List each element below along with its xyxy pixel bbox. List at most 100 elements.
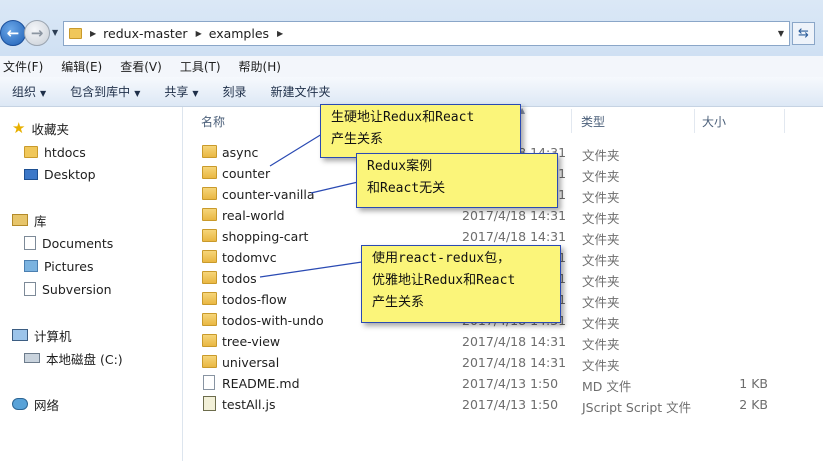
share-label: 共享: [164, 85, 189, 99]
file-type: 文件夹: [582, 274, 620, 289]
burn-button[interactable]: 刻录: [211, 83, 259, 100]
file-name: README.md: [222, 376, 300, 391]
documents-icon: [24, 236, 36, 250]
folder-icon: [202, 271, 217, 284]
menu-bar: 文件(F) 编辑(E) 查看(V) 工具(T) 帮助(H): [0, 56, 823, 77]
nav-subversion-label: Subversion: [42, 281, 112, 297]
file-type: 文件夹: [582, 190, 620, 205]
nav-libraries-label: 库: [34, 213, 47, 229]
organize-button[interactable]: 组织 ▼: [0, 83, 58, 100]
nav-desktop[interactable]: Desktop: [24, 164, 96, 184]
folder-icon: [202, 187, 217, 200]
menu-view[interactable]: 查看(V): [117, 58, 162, 75]
folder-icon: [202, 250, 217, 263]
file-type: 文件夹: [582, 148, 620, 163]
forward-button[interactable]: →: [24, 20, 50, 46]
chevron-down-icon: ▼: [192, 89, 199, 98]
menu-edit[interactable]: 编辑(E): [58, 58, 102, 75]
computer-icon: [12, 329, 28, 341]
file-row[interactable]: real-world 2017/4/18 14:31 文件夹: [184, 205, 823, 226]
file-name: async: [222, 145, 259, 160]
menu-file[interactable]: 文件(F): [0, 58, 43, 75]
chevron-down-icon: ▼: [40, 89, 47, 98]
drive-icon: [24, 353, 40, 363]
file-name: todos-with-undo: [222, 313, 324, 328]
callout-text-line: 优雅地让Redux和React: [372, 273, 516, 288]
column-divider[interactable]: [694, 109, 695, 133]
file-type: 文件夹: [582, 169, 620, 184]
nav-network[interactable]: 网络: [12, 394, 59, 414]
new-folder-button[interactable]: 新建文件夹: [259, 83, 343, 100]
file-name: tree-view: [222, 334, 281, 349]
column-header-type[interactable]: 类型: [581, 107, 605, 135]
chevron-right-icon[interactable]: ▶: [90, 29, 96, 38]
folder-icon: [202, 334, 217, 347]
nav-local-disk[interactable]: 本地磁盘 (C:): [24, 348, 123, 368]
desktop-icon: [24, 168, 38, 180]
folder-icon: [69, 28, 82, 39]
column-header-size[interactable]: 大小: [702, 107, 726, 135]
forward-arrow-icon: →: [30, 24, 44, 42]
file-row[interactable]: universal 2017/4/18 14:31 文件夹: [184, 352, 823, 373]
back-button[interactable]: ←: [0, 20, 26, 46]
breadcrumb-redux-master[interactable]: redux-master: [103, 26, 187, 41]
refresh-button[interactable]: ⇆: [792, 22, 815, 45]
file-name: universal: [222, 355, 280, 370]
column-divider[interactable]: [784, 109, 785, 133]
chevron-right-icon[interactable]: ▶: [277, 29, 283, 38]
menu-tools[interactable]: 工具(T): [177, 58, 221, 75]
folder-icon: [202, 208, 217, 221]
nav-pictures-label: Pictures: [44, 258, 94, 274]
folder-icon: [202, 292, 217, 305]
file-name: counter: [222, 166, 271, 181]
subversion-icon: [24, 282, 36, 296]
callout-text-line: 使用react-redux包，: [372, 251, 511, 266]
file-name: todomvc: [222, 250, 277, 265]
script-file-icon: [203, 396, 216, 411]
back-arrow-icon: ←: [6, 24, 20, 42]
nav-favorites[interactable]: ★ 收藏夹: [12, 118, 69, 138]
nav-documents[interactable]: Documents: [24, 233, 113, 253]
menu-help[interactable]: 帮助(H): [236, 58, 281, 75]
callout-example-independent: Redux案例 和React无关: [356, 153, 558, 208]
column-type-label: 类型: [581, 114, 606, 129]
address-dropdown-icon[interactable]: ▼: [778, 29, 784, 38]
column-divider[interactable]: [571, 109, 572, 133]
refresh-icon: ⇆: [798, 26, 809, 41]
nav-favorites-label: 收藏夹: [31, 121, 69, 137]
file-size: 1 KB: [739, 376, 768, 391]
pictures-icon: [24, 260, 38, 272]
nav-pictures[interactable]: Pictures: [24, 256, 94, 276]
breadcrumb-examples[interactable]: examples: [209, 26, 269, 41]
nav-subversion[interactable]: Subversion: [24, 279, 112, 299]
nav-local-disk-label: 本地磁盘 (C:): [46, 351, 123, 367]
callout-react-redux-forced: 生硬地让Redux和React 产生关系: [320, 104, 521, 158]
column-size-label: 大小: [702, 114, 727, 129]
folder-icon: [202, 145, 217, 158]
folder-icon: [24, 146, 38, 158]
file-row[interactable]: shopping-cart 2017/4/18 14:31 文件夹: [184, 226, 823, 247]
file-date: 2017/4/18 14:31: [462, 334, 567, 349]
nav-htdocs[interactable]: htdocs: [24, 142, 86, 162]
nav-computer[interactable]: 计算机: [12, 325, 72, 345]
address-bar[interactable]: ▶ redux-master ▶ examples ▶ ▼: [63, 21, 790, 46]
network-icon: [12, 398, 28, 410]
command-toolbar: 组织 ▼ 包含到库中 ▼ 共享 ▼ 刻录 新建文件夹: [0, 77, 823, 107]
file-type: JScript Script 文件: [582, 400, 692, 415]
file-row[interactable]: README.md 2017/4/13 1:50 MD 文件 1 KB: [184, 373, 823, 394]
file-type: 文件夹: [582, 358, 620, 373]
nav-libraries[interactable]: 库: [12, 210, 47, 230]
include-in-library-button[interactable]: 包含到库中 ▼: [58, 83, 152, 100]
folder-icon: [202, 166, 217, 179]
file-row[interactable]: testAll.js 2017/4/13 1:50 JScript Script 文…: [184, 394, 823, 415]
share-button[interactable]: 共享 ▼: [152, 83, 210, 100]
file-name: todos: [222, 271, 257, 286]
column-header-name[interactable]: 名称: [201, 107, 225, 135]
file-name: counter-vanilla: [222, 187, 315, 202]
file-row[interactable]: tree-view 2017/4/18 14:31 文件夹: [184, 331, 823, 352]
recent-pages-dropdown-icon[interactable]: ▼: [52, 28, 58, 37]
file-date: 2017/4/18 14:31: [462, 229, 567, 244]
chevron-right-icon[interactable]: ▶: [196, 29, 202, 38]
nav-htdocs-label: htdocs: [44, 144, 86, 160]
nav-documents-label: Documents: [42, 235, 114, 251]
